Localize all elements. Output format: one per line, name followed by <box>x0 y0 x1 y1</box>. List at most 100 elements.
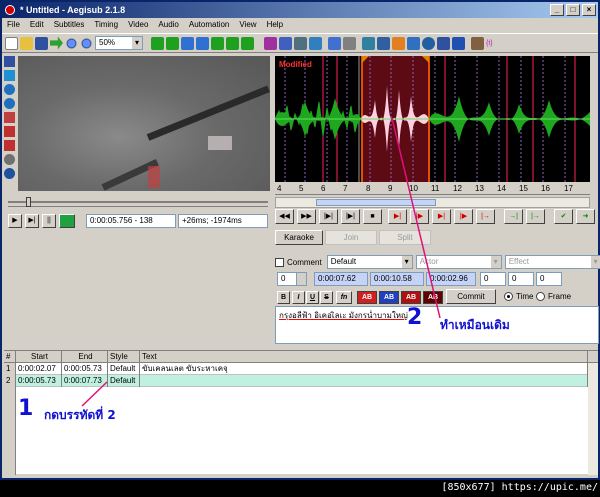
layer-spin-arrows[interactable] <box>297 272 307 286</box>
play-current-line-button[interactable]: |▶| <box>341 209 360 224</box>
subtitle-text-edit[interactable]: กรุงอลีฟ้า อิเคอเิลเะ มังกรน่ำบามใหญ่ <box>275 306 599 344</box>
options-icon[interactable] <box>471 36 484 50</box>
menu-video[interactable]: Video <box>128 18 148 32</box>
underline-button[interactable]: U <box>306 291 319 304</box>
zoom-out-icon[interactable] <box>80 36 93 50</box>
pause-button[interactable]: || <box>42 214 56 228</box>
rotate-z-icon[interactable] <box>4 84 15 95</box>
attachments-icon[interactable] <box>294 36 307 50</box>
vector-clip-icon[interactable] <box>4 140 15 151</box>
translation-icon[interactable] <box>392 36 405 50</box>
join-button[interactable]: Join <box>325 230 377 245</box>
table-row[interactable]: 1 0:00:02.07 0:00:05.73 Default ขับเคลนเ… <box>4 363 598 375</box>
menu-view[interactable]: View <box>239 18 256 32</box>
video-seek-slider[interactable] <box>8 197 268 207</box>
minimize-button[interactable]: _ <box>550 4 564 16</box>
maximize-button[interactable]: □ <box>566 4 580 16</box>
jump-start-icon[interactable] <box>181 36 194 50</box>
close-button[interactable]: × <box>582 4 596 16</box>
snap-keyframe-icon[interactable] <box>241 36 254 50</box>
standard-tool-icon[interactable] <box>4 56 15 67</box>
jump-to-icon[interactable] <box>50 36 63 50</box>
menu-audio[interactable]: Audio <box>158 18 178 32</box>
audio-scroll-thumb[interactable] <box>316 199 436 206</box>
lead-in-button[interactable]: →| <box>504 209 523 224</box>
margin-vertical-field[interactable]: 0 <box>536 272 562 286</box>
lead-out-button[interactable]: |→ <box>526 209 545 224</box>
video-display[interactable] <box>18 56 270 191</box>
play-before-start-button[interactable]: ▶| <box>388 209 407 224</box>
spell-check-icon[interactable] <box>437 36 450 50</box>
goto-button[interactable]: ➜ <box>576 209 595 224</box>
menu-help[interactable]: Help <box>267 18 283 32</box>
play-button[interactable]: ▶ <box>8 214 22 228</box>
audio-waveform[interactable]: Modified <box>275 56 590 182</box>
menu-edit[interactable]: Edit <box>30 18 44 32</box>
stop-button[interactable]: ■ <box>363 209 382 224</box>
clip-icon[interactable] <box>4 126 15 137</box>
play-line-button[interactable]: ▶| <box>25 214 39 228</box>
resample-icon[interactable] <box>343 36 356 50</box>
rotate-xy-icon[interactable] <box>4 98 15 109</box>
bold-button[interactable]: B <box>277 291 290 304</box>
styles-manager-icon[interactable] <box>264 36 277 50</box>
effect-field[interactable]: Effect <box>504 255 600 269</box>
font-button[interactable]: fn <box>336 291 352 304</box>
margin-right-field[interactable]: 0 <box>508 272 534 286</box>
new-file-icon[interactable] <box>5 36 18 50</box>
play-selection-button[interactable]: |▶| <box>319 209 338 224</box>
autoscroll-toggle[interactable] <box>59 214 75 228</box>
set-end-icon[interactable] <box>226 36 239 50</box>
video-time-field[interactable]: 0:00:05.756 - 138 <box>86 214 176 228</box>
strikeout-button[interactable]: S <box>320 291 333 304</box>
actor-combo[interactable]: Actor <box>415 255 502 269</box>
comment-checkbox[interactable] <box>275 257 284 267</box>
style-combo[interactable]: Default <box>326 255 413 269</box>
start-time-field[interactable]: 0:00:07.62 <box>314 272 368 286</box>
help-icon[interactable] <box>4 168 15 179</box>
set-start-icon[interactable] <box>211 36 224 50</box>
zoom-in-icon[interactable] <box>65 36 78 50</box>
tag-hide-icon[interactable]: {t} <box>486 37 499 50</box>
outline-color-button[interactable]: AB <box>401 291 421 304</box>
shift-times-icon[interactable] <box>422 36 435 50</box>
end-time-field[interactable]: 0:00:10.58 <box>370 272 424 286</box>
frame-radio[interactable] <box>536 292 545 301</box>
play-to-end-button[interactable]: |→ <box>476 209 495 224</box>
secondary-color-button[interactable]: AB <box>379 291 399 304</box>
save-icon[interactable] <box>35 36 48 50</box>
kanji-timer-icon[interactable] <box>377 36 390 50</box>
automation-icon[interactable] <box>328 36 341 50</box>
play-after-start-button[interactable]: |▶ <box>410 209 429 224</box>
snap-end-icon[interactable] <box>166 36 179 50</box>
find-replace-icon[interactable] <box>407 36 420 50</box>
primary-color-button[interactable]: AB <box>357 291 377 304</box>
play-after-end-button[interactable]: |▶ <box>454 209 473 224</box>
menu-subtitles[interactable]: Subtitles <box>54 18 85 32</box>
timing-post-icon[interactable] <box>362 36 375 50</box>
audio-scrollbar[interactable] <box>275 197 590 208</box>
next-line-button[interactable]: ▶▶ <box>297 209 316 224</box>
table-row[interactable]: 2 0:00:05.73 0:00:07.73 Default <box>4 375 598 387</box>
menu-timing[interactable]: Timing <box>94 18 118 32</box>
grid-scrollbar[interactable] <box>588 363 598 475</box>
properties-icon[interactable] <box>279 36 292 50</box>
commit-check-button[interactable]: ✔ <box>554 209 573 224</box>
scale-icon[interactable] <box>4 112 15 123</box>
duration-field[interactable]: 0:00:02.96 <box>426 272 476 286</box>
layer-spin[interactable]: 0 <box>277 272 297 286</box>
prev-line-button[interactable]: ◀◀ <box>275 209 294 224</box>
time-radio[interactable] <box>504 292 513 301</box>
karaoke-button[interactable]: Karaoke <box>275 230 323 245</box>
jump-end-icon[interactable] <box>196 36 209 50</box>
menu-automation[interactable]: Automation <box>189 18 229 32</box>
snap-start-icon[interactable] <box>151 36 164 50</box>
play-before-end-button[interactable]: ▶| <box>432 209 451 224</box>
margin-left-field[interactable]: 0 <box>480 272 506 286</box>
styling-assistant-icon[interactable] <box>452 36 465 50</box>
split-button[interactable]: Split <box>379 230 431 245</box>
drag-tool-icon[interactable] <box>4 70 15 81</box>
realtime-icon[interactable] <box>4 154 15 165</box>
open-file-icon[interactable] <box>20 36 33 50</box>
shadow-color-button[interactable]: AB <box>423 291 443 304</box>
